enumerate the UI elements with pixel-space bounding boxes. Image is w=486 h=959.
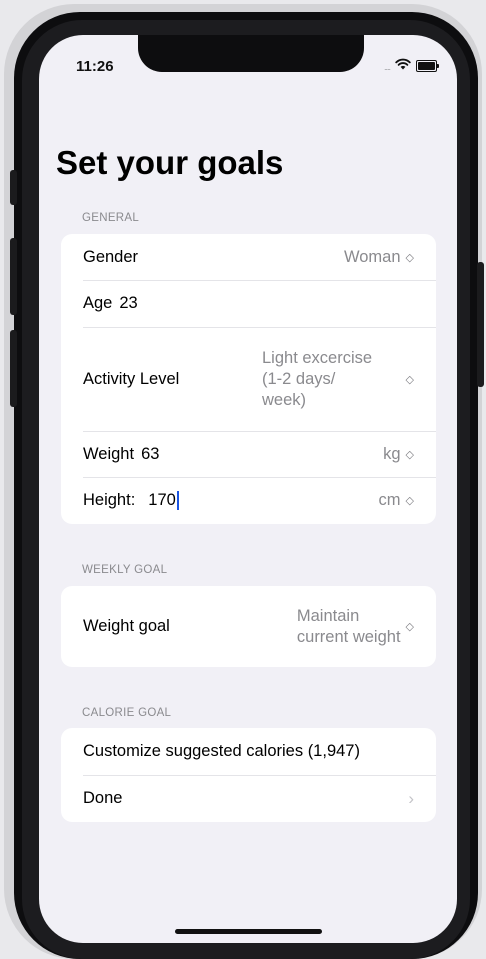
calorie-goal-card: Customize suggested calories (1,947) Don… (61, 728, 436, 822)
height-unit: cm (378, 491, 401, 509)
status-time: 11:26 (76, 58, 114, 75)
gender-picker[interactable]: Woman ◇ (344, 248, 414, 267)
activity-level-value-line2: (1-2 days/ (262, 369, 336, 388)
activity-level-label: Activity Level (83, 369, 180, 388)
activity-level-value: Light excercise (1-2 days/ week) (262, 348, 372, 411)
done-row[interactable]: Done › (61, 775, 436, 822)
chevron-right-icon: › (408, 788, 414, 808)
gender-label: Gender (83, 247, 139, 266)
weight-goal-value-line2: current weight (296, 627, 401, 646)
height-field-value: 170 (148, 490, 176, 509)
done-label: Done (83, 789, 123, 807)
chevron-up-down-icon: ◇ (405, 448, 414, 461)
mute-switch (10, 170, 17, 205)
activity-level-value-line3: week) (262, 390, 307, 409)
activity-level-picker[interactable]: Light excercise (1-2 days/ week) ◇ (262, 348, 414, 411)
weight-unit: kg (383, 444, 401, 463)
customize-calories-label: Customize suggested calories (1,947) (83, 742, 360, 760)
gender-value: Woman (343, 247, 401, 266)
notch (138, 35, 364, 72)
battery-icon (416, 60, 439, 72)
height-row[interactable]: Height: 170 cm ◇ (61, 477, 436, 524)
customize-calories-row[interactable]: Customize suggested calories (1,947) (61, 728, 436, 775)
chevron-up-down-icon: ◇ (405, 251, 414, 264)
weight-unit-picker[interactable]: kg ◇ (383, 445, 414, 464)
signal-indicator: .... (383, 62, 391, 72)
text-cursor (176, 491, 179, 511)
phone-screen: 11:26 .... Set your goals GENERAL Gender… (39, 35, 457, 943)
general-card: Gender Woman ◇ Age 23 Activity Level Lig… (61, 234, 436, 524)
weight-goal-label: Weight goal (83, 617, 170, 635)
activity-level-value-line1: Light excercise (262, 348, 373, 367)
section-header-weekly-goal: WEEKLY GOAL (82, 564, 168, 576)
weight-field[interactable]: 63 (141, 445, 159, 464)
section-header-general: GENERAL (82, 212, 140, 224)
volume-up-button (10, 238, 17, 315)
wifi-icon (395, 57, 411, 75)
weight-goal-row[interactable]: Weight goal Maintain current weight ◇ (61, 586, 436, 667)
home-indicator[interactable] (175, 929, 322, 934)
weight-goal-value-line1: Maintain (296, 606, 360, 625)
power-button (477, 262, 484, 387)
weight-goal-value: Maintain current weight (297, 606, 401, 648)
weight-goal-picker[interactable]: Maintain current weight ◇ (297, 606, 414, 648)
age-label: Age (83, 294, 113, 312)
height-unit-picker[interactable]: cm ◇ (379, 491, 414, 510)
page-title: Set your goals (56, 144, 284, 181)
section-header-calorie-goal: CALORIE GOAL (82, 707, 172, 719)
volume-down-button (10, 330, 17, 407)
weekly-goal-card: Weight goal Maintain current weight ◇ (61, 586, 436, 667)
height-label: Height: (83, 491, 136, 509)
age-field[interactable]: 23 (119, 294, 137, 313)
status-indicators: .... (383, 57, 439, 75)
chevron-up-down-icon: ◇ (405, 373, 414, 386)
activity-level-row[interactable]: Activity Level Light excercise (1-2 days… (61, 327, 436, 431)
chevron-up-down-icon: ◇ (405, 621, 414, 633)
weight-label: Weight (83, 444, 135, 463)
gender-row[interactable]: Gender Woman ◇ (61, 234, 436, 280)
height-field[interactable]: 170 (148, 490, 179, 511)
chevron-up-down-icon: ◇ (405, 495, 414, 507)
weight-row[interactable]: Weight 63 kg ◇ (61, 431, 436, 477)
age-row[interactable]: Age 23 (61, 280, 436, 327)
